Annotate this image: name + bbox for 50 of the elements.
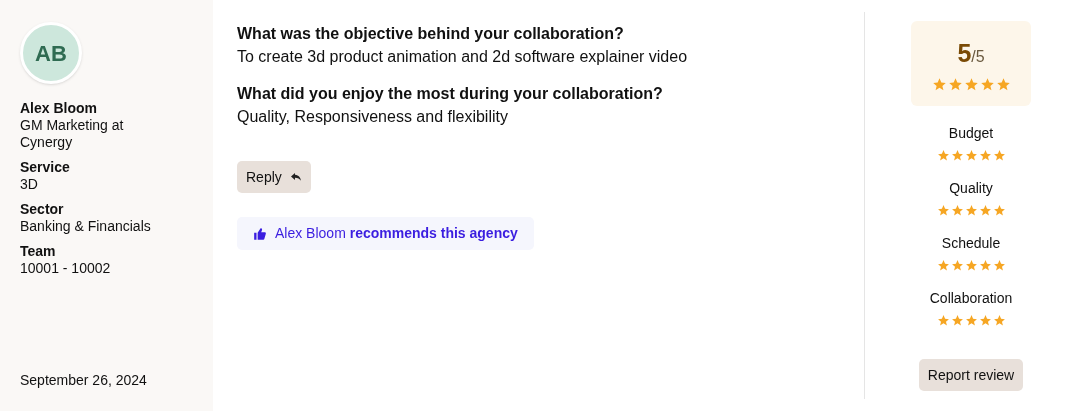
star-icon (995, 76, 1011, 92)
star-icon (947, 76, 963, 92)
question: What did you enjoy the most during your collaboration? (237, 84, 664, 104)
star-icon (964, 149, 978, 162)
star-icon (992, 149, 1006, 162)
report-review-button[interactable]: Report review (918, 359, 1024, 391)
star-icon (978, 259, 992, 272)
rating-label: Schedule (941, 234, 1001, 253)
star-icon (992, 204, 1006, 217)
detail-label: Sector (20, 201, 65, 218)
reviewer-name: Alex Bloom (20, 100, 98, 117)
star-icon (978, 149, 992, 162)
review-date: September 26, 2024 (20, 371, 148, 390)
star-icon (992, 259, 1006, 272)
star-icon (950, 149, 964, 162)
star-icon (964, 259, 978, 272)
recommendation-text: Alex Bloom recommends this agency (275, 224, 518, 243)
detail-value: 3D (20, 176, 39, 193)
detail-label: Team (20, 243, 57, 260)
star-icon (950, 204, 964, 217)
answer: To create 3d product animation and 2d software explainer video (237, 47, 689, 67)
answer: Quality, Responsiveness and flexibility (237, 107, 509, 127)
star-icon (936, 259, 950, 272)
reviewer-role: GM Marketing at Cynergy (20, 117, 125, 151)
overall-score: 5 (957, 38, 972, 70)
star-icon (936, 149, 950, 162)
rating-label: Budget (948, 124, 994, 143)
star-icon (964, 204, 978, 217)
star-icon (936, 204, 950, 217)
star-icon (950, 314, 964, 327)
star-icon (978, 314, 992, 327)
score-max: /5 (971, 48, 985, 68)
star-icon (992, 314, 1006, 327)
question: What was the objective behind your collaboration? (237, 24, 625, 44)
star-icon (978, 204, 992, 217)
star-icon (936, 314, 950, 327)
star-icon (931, 76, 947, 92)
star-icon (950, 259, 964, 272)
detail-value: Banking & Financials (20, 218, 152, 235)
star-icon (963, 76, 979, 92)
star-icon (964, 314, 978, 327)
detail-value: 10001 - 10002 (20, 260, 112, 277)
reply-button[interactable]: Reply (237, 161, 311, 193)
star-icon (979, 76, 995, 92)
rating-label: Quality (949, 179, 993, 198)
rating-label: Collaboration (929, 289, 1013, 308)
thumbs-up-icon (253, 226, 267, 241)
detail-label: Service (20, 159, 71, 176)
reply-icon (289, 171, 302, 183)
avatar: AB (20, 22, 82, 84)
